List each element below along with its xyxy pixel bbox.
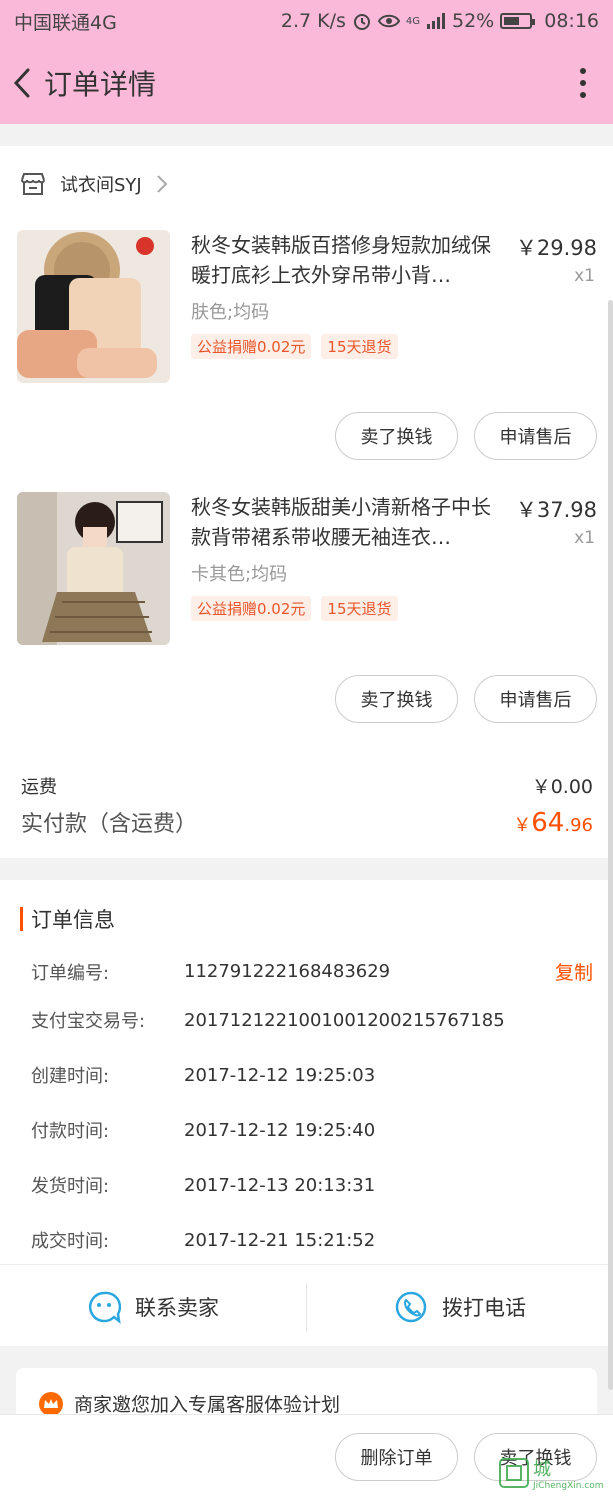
battery-percent: 52% (452, 10, 495, 32)
alarm-icon (353, 14, 370, 30)
clock: 08:16 (544, 10, 599, 32)
shipped-time: 2017-12-13 20:13:31 (184, 1174, 376, 1196)
order-items-card: 试衣间SYJ 秋冬女装韩版百搭修身短款加绒保暖打底衫上衣外穿吊带小背… ￥29.… (0, 146, 613, 858)
phone-icon (395, 1291, 427, 1322)
sell-for-cash-button[interactable]: 卖了换钱 (335, 412, 458, 460)
completed-time: 2017-12-21 15:21:52 (184, 1229, 376, 1251)
product-thumbnail[interactable] (17, 492, 170, 645)
carrier-label: 中国联通4G (14, 11, 117, 34)
battery-icon (500, 13, 536, 29)
product-sku: 卡其色;均码 (191, 564, 288, 585)
product-quantity: x1 (574, 266, 595, 286)
chevron-right-icon (157, 175, 168, 193)
paid-label: 实付款（含运费） (21, 812, 198, 837)
sell-for-cash-button[interactable]: 卖了换钱 (335, 675, 458, 723)
watermark-logo-icon (499, 1458, 529, 1488)
shipping-value: ￥0.00 (531, 776, 593, 798)
info-key: 订单编号: (31, 962, 110, 984)
chevron-left-icon (13, 68, 30, 98)
crown-icon (39, 1391, 63, 1416)
delete-order-button[interactable]: 删除订单 (335, 1433, 458, 1481)
paid-time: 2017-12-12 19:25:40 (184, 1119, 376, 1141)
network-speed: 2.7 K/s (280, 10, 346, 32)
invite-text: 商家邀您加入专属客服体验计划 (74, 1394, 341, 1416)
alipay-number: 2017121221001001200215767185 (184, 1009, 505, 1031)
shop-name: 试衣间SYJ (60, 175, 142, 196)
product-tags: 公益捐赠0.02元 15天退货 (191, 596, 398, 621)
call-label: 拨打电话 (442, 1295, 526, 1320)
completed-time-row: 成交时间: 2017-12-21 15:21:52 (31, 1227, 593, 1253)
nav-bar: 订单详情 (0, 42, 613, 124)
dot-icon (580, 68, 586, 74)
back-button[interactable] (2, 42, 42, 124)
product-sku: 肤色;均码 (191, 302, 270, 323)
info-key: 支付宝交易号: (31, 1011, 146, 1032)
order-number: 112791222168483629 (184, 961, 391, 982)
return-policy-tag: 15天退货 (321, 596, 398, 621)
contact-seller-button[interactable]: 联系卖家 (0, 1265, 306, 1348)
order-number-row: 订单编号: 112791222168483629 复制 (31, 958, 593, 985)
dot-icon (580, 92, 586, 98)
alipay-number-row: 支付宝交易号: 2017121221001001200215767185 (31, 1007, 593, 1033)
currency-symbol: ￥ (513, 815, 532, 836)
eye-icon (377, 14, 400, 28)
product-title[interactable]: 秋冬女装韩版百搭修身短款加绒保暖打底衫上衣外穿吊带小背… (191, 230, 503, 290)
charity-tag: 公益捐赠0.02元 (191, 334, 312, 359)
network-type: 4G (405, 15, 420, 27)
paid-amount-integer: 64 (531, 808, 565, 838)
section-accent-bar (20, 907, 23, 931)
return-policy-tag: 15天退货 (321, 334, 398, 359)
product-title[interactable]: 秋冬女装韩版甜美小清新格子中长款背带裙系带收腰无袖连衣… (191, 492, 503, 552)
contact-bar: 联系卖家 拨打电话 (0, 1264, 613, 1348)
product-price: ￥37.98 (515, 498, 597, 522)
order-info-title: 订单信息 (31, 908, 115, 932)
product-image (17, 492, 170, 645)
paid-row: 实付款（含运费） ￥64.96 (21, 806, 593, 838)
shipped-time-row: 发货时间: 2017-12-13 20:13:31 (31, 1172, 593, 1198)
charity-tag: 公益捐赠0.02元 (191, 596, 312, 621)
invite-row: 商家邀您加入专属客服体验计划 (38, 1390, 340, 1417)
contact-seller-label: 联系卖家 (135, 1295, 219, 1320)
info-key: 创建时间: (31, 1066, 110, 1087)
dot-icon (580, 80, 586, 86)
paid-time-row: 付款时间: 2017-12-12 19:25:40 (31, 1117, 593, 1143)
info-key: 付款时间: (31, 1121, 110, 1142)
after-sales-button[interactable]: 申请售后 (474, 675, 597, 723)
order-info-card: 订单信息 订单编号: 112791222168483629 复制 支付宝交易号:… (0, 880, 613, 1346)
product-tags: 公益捐赠0.02元 15天退货 (191, 334, 398, 359)
created-time-row: 创建时间: 2017-12-12 19:25:03 (31, 1062, 593, 1088)
info-key: 发货时间: (31, 1176, 110, 1197)
status-bar: 中国联通4G 2.7 K/s 4G 52% 08:16 (0, 0, 613, 42)
watermark-domain: JiChengXin.com (533, 1481, 604, 1491)
watermark-mark: 城 (533, 1459, 551, 1480)
order-item[interactable]: 秋冬女装韩版甜美小清新格子中长款背带裙系带收腰无袖连衣… ￥37.98 x1 卡… (0, 492, 613, 652)
more-menu-button[interactable] (553, 42, 613, 124)
product-thumbnail[interactable] (17, 230, 170, 383)
shipping-label: 运费 (21, 777, 57, 798)
shop-row[interactable]: 试衣间SYJ (0, 146, 613, 222)
after-sales-button[interactable]: 申请售后 (474, 412, 597, 460)
store-icon (21, 173, 45, 195)
product-quantity: x1 (574, 528, 595, 548)
chat-face-icon (88, 1291, 121, 1324)
signal-icon (427, 13, 445, 29)
scrollbar[interactable] (608, 300, 613, 1390)
watermark: 城 JiChengXin.com (499, 1448, 609, 1498)
page-title: 订单详情 (44, 68, 157, 101)
shipping-row: 运费 ￥0.00 (21, 772, 593, 799)
call-button[interactable]: 拨打电话 (307, 1265, 613, 1348)
order-info-header: 订单信息 (20, 904, 115, 934)
status-right: 2.7 K/s 4G 52% 08:16 (281, 10, 599, 32)
product-price: ￥29.98 (515, 236, 597, 260)
created-time: 2017-12-12 19:25:03 (184, 1064, 376, 1086)
paid-amount-decimal: .96 (564, 815, 593, 836)
product-image (17, 230, 170, 383)
copy-button[interactable]: 复制 (555, 958, 593, 985)
paid-amount: ￥64.96 (513, 808, 593, 838)
info-key: 成交时间: (31, 1231, 110, 1252)
